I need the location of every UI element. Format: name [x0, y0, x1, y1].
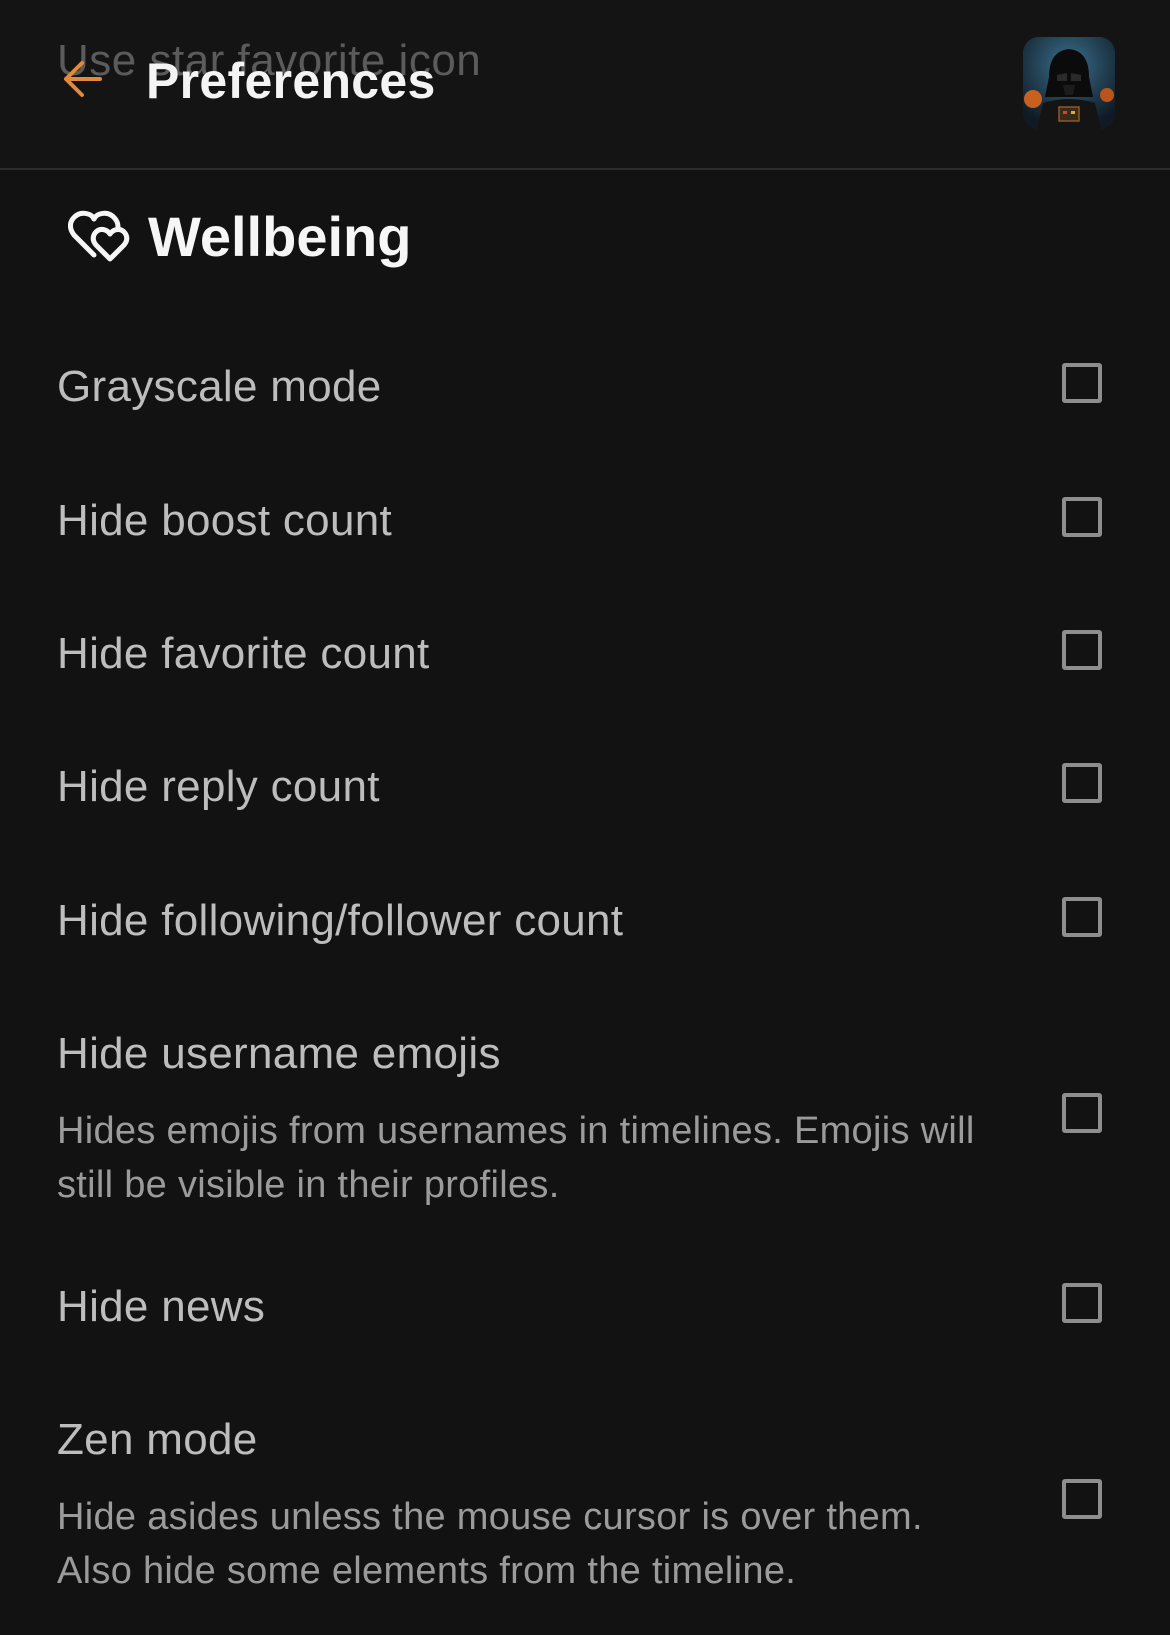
zen-mode-checkbox[interactable]: [1062, 1479, 1102, 1519]
hide-username-emojis-checkbox[interactable]: [1062, 1093, 1102, 1133]
arrow-left-icon: [62, 59, 104, 104]
setting-label: Hide boost count: [57, 496, 393, 545]
avatar-image: [1023, 37, 1115, 129]
setting-label: Hide following/follower count: [57, 896, 624, 945]
section-title: Wellbeing: [148, 204, 412, 268]
setting-label: Hide news: [57, 1282, 266, 1331]
setting-label: Zen mode: [57, 1415, 258, 1464]
section-heading: Wellbeing: [68, 196, 411, 276]
hide-news-checkbox[interactable]: [1062, 1283, 1102, 1323]
setting-label: Hide reply count: [57, 762, 380, 811]
avatar[interactable]: [1023, 37, 1115, 129]
hearts-icon: [68, 207, 134, 265]
hide-following-follower-count-checkbox[interactable]: [1062, 897, 1102, 937]
hide-favorite-count-checkbox[interactable]: [1062, 630, 1102, 670]
hide-reply-count-checkbox[interactable]: [1062, 763, 1102, 803]
back-button[interactable]: [58, 56, 108, 106]
app-header: Use star favorite icon Preferences: [0, 0, 1170, 170]
page-title: Preferences: [146, 53, 436, 109]
grayscale-mode-checkbox[interactable]: [1062, 363, 1102, 403]
hide-boost-count-checkbox[interactable]: [1062, 497, 1102, 537]
setting-label: Grayscale mode: [57, 362, 382, 411]
setting-label: Hide username emojis: [57, 1029, 501, 1078]
setting-description: Hides emojis from usernames in timelines…: [57, 1110, 975, 1206]
setting-label: Hide favorite count: [57, 629, 430, 678]
setting-description: Hide asides unless the mouse cursor is o…: [57, 1496, 923, 1592]
